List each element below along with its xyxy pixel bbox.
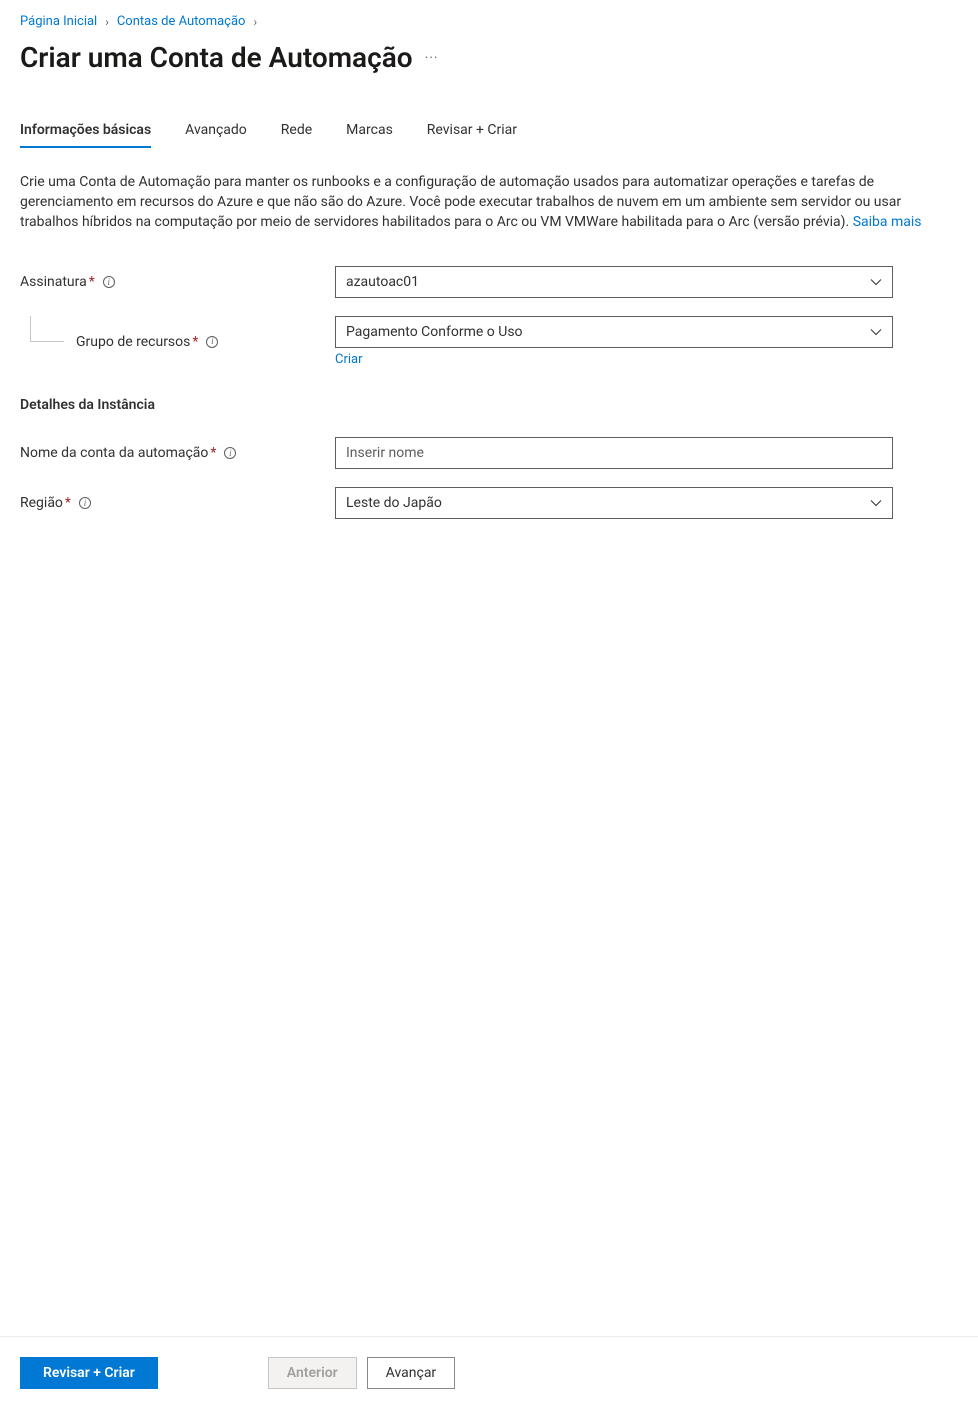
account-name-label: Nome da conta da automação <box>20 445 208 461</box>
create-resource-group-link[interactable]: Criar <box>335 352 363 367</box>
chevron-down-icon <box>870 497 882 509</box>
subscription-label: Assinatura <box>20 274 87 290</box>
resource-group-value: Pagamento Conforme o Uso <box>346 324 870 340</box>
tab-advanced[interactable]: Avançado <box>185 122 247 148</box>
review-create-button[interactable]: Revisar + Criar <box>20 1357 158 1389</box>
region-value: Leste do Japão <box>346 495 870 511</box>
instance-details-header: Detalhes da Instância <box>20 397 958 413</box>
chevron-right-icon: › <box>105 15 109 29</box>
info-icon[interactable]: i <box>224 447 236 459</box>
region-select[interactable]: Leste do Japão <box>335 487 893 519</box>
tab-bar: Informações básicas Avançado Rede Marcas… <box>20 122 958 148</box>
chevron-down-icon <box>870 276 882 288</box>
next-button[interactable]: Avançar <box>367 1357 456 1389</box>
previous-button: Anterior <box>268 1357 357 1389</box>
more-icon[interactable]: ··· <box>425 50 439 66</box>
learn-more-link[interactable]: Saiba mais <box>853 214 922 230</box>
info-icon[interactable]: i <box>79 497 91 509</box>
resource-group-label: Grupo de recursos <box>76 334 190 350</box>
info-icon[interactable]: i <box>103 276 115 288</box>
wizard-footer: Revisar + Criar Anterior Avançar <box>0 1336 978 1408</box>
chevron-down-icon <box>870 326 882 338</box>
required-indicator: * <box>65 495 71 511</box>
info-icon[interactable]: i <box>206 336 218 348</box>
tab-basics[interactable]: Informações básicas <box>20 122 151 148</box>
intro-paragraph: Crie uma Conta de Automação para manter … <box>20 174 901 230</box>
subscription-value: azautoac01 <box>346 274 870 290</box>
breadcrumb: Página Inicial › Contas de Automação › <box>20 14 958 29</box>
resource-group-select[interactable]: Pagamento Conforme o Uso <box>335 316 893 348</box>
required-indicator: * <box>89 274 95 290</box>
required-indicator: * <box>192 334 198 350</box>
region-label: Região <box>20 495 63 511</box>
chevron-right-icon: › <box>253 15 257 29</box>
breadcrumb-automation-accounts[interactable]: Contas de Automação <box>117 14 246 29</box>
subscription-select[interactable]: azautoac01 <box>335 266 893 298</box>
tab-tags[interactable]: Marcas <box>346 122 393 148</box>
breadcrumb-home[interactable]: Página Inicial <box>20 14 97 29</box>
required-indicator: * <box>210 445 216 461</box>
tab-network[interactable]: Rede <box>281 122 312 148</box>
page-title: Criar uma Conta de Automação <box>20 41 413 74</box>
tab-review-create[interactable]: Revisar + Criar <box>427 122 517 148</box>
indent-connector <box>30 316 64 342</box>
intro-text: Crie uma Conta de Automação para manter … <box>20 172 930 232</box>
account-name-input[interactable] <box>335 437 893 469</box>
